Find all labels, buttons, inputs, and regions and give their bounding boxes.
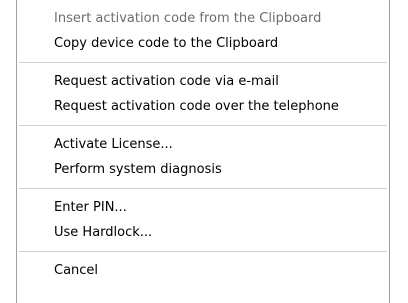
menu-separator [19,62,387,63]
menu-item-activate-license[interactable]: Activate License... [17,132,389,157]
menu-item-enter-pin[interactable]: Enter PIN... [17,195,389,220]
menu-separator [19,125,387,126]
menu-item-copy-device-code[interactable]: Copy device code to the Clipboard [17,31,389,56]
menu-item-request-code-email[interactable]: Request activation code via e-mail [17,69,389,94]
menu-separator [19,251,387,252]
menu-item-request-code-telephone[interactable]: Request activation code over the telepho… [17,94,389,119]
menu-item-insert-activation-code: Insert activation code from the Clipboar… [54,11,322,26]
menu-item-cancel[interactable]: Cancel [17,258,389,283]
context-menu: Insert activation code from the Clipboar… [16,0,390,303]
menu-item-system-diagnosis[interactable]: Perform system diagnosis [17,157,389,182]
menu-separator [19,188,387,189]
menu-item-use-hardlock[interactable]: Use Hardlock... [17,220,389,245]
